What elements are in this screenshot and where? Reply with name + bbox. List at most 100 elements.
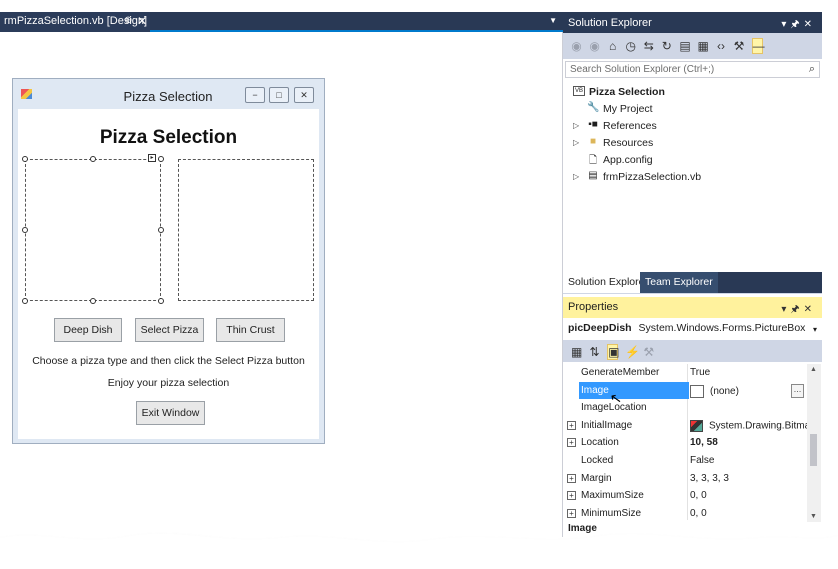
history-icon[interactable]: ◷ — [625, 39, 636, 53]
property-value[interactable]: 10, 58 — [690, 437, 718, 448]
thin-crust-picturebox[interactable] — [178, 159, 314, 301]
events-icon[interactable]: ⚡ — [625, 345, 640, 359]
tree-item-solution[interactable]: VB Pizza Selection — [563, 84, 822, 101]
close-icon[interactable]: ✕ — [294, 87, 314, 103]
view-code-icon[interactable]: ‹› — [716, 39, 727, 53]
tree-item-label: My Project — [603, 103, 653, 115]
resize-handle[interactable] — [158, 298, 164, 304]
minimize-icon[interactable]: − — [245, 87, 265, 103]
select-pizza-button[interactable]: Select Pizza — [135, 318, 204, 342]
categorized-icon[interactable]: ▦ — [571, 345, 582, 359]
property-row-margin[interactable]: + Margin 3, 3, 3, 3 — [563, 470, 807, 488]
home-icon[interactable]: ⌂ — [607, 39, 618, 53]
close-icon[interactable]: ✕ — [804, 19, 816, 30]
scroll-up-icon[interactable]: ▲ — [810, 366, 817, 373]
tree-item-resources[interactable]: ▷ ■ Resources — [563, 135, 822, 152]
property-value[interactable]: 0, 0 — [690, 490, 707, 501]
forward-icon[interactable]: ◉ — [589, 39, 600, 53]
resize-handle[interactable] — [90, 298, 96, 304]
exit-window-button[interactable]: Exit Window — [136, 401, 205, 425]
property-row-maximumsize[interactable]: + MaximumSize 0, 0 — [563, 487, 807, 505]
tab-team-explorer[interactable]: Team Explorer — [640, 272, 718, 293]
deep-dish-button[interactable]: Deep Dish — [54, 318, 122, 342]
back-icon[interactable]: ◉ — [571, 39, 582, 53]
property-value[interactable]: 3, 3, 3, 3 — [690, 473, 729, 484]
expand-arrow-icon[interactable]: ▷ — [573, 121, 579, 130]
properties-titlebar: Properties ▾🖈✕ — [563, 297, 822, 318]
tree-item-my-project[interactable]: 🔧 My Project — [563, 101, 822, 118]
pin-icon[interactable]: 🖈 — [790, 304, 803, 315]
pin-icon[interactable]: 🖈 — [790, 19, 803, 30]
property-value[interactable]: True — [690, 367, 710, 378]
close-icon[interactable]: ✕ — [804, 304, 816, 315]
collapse-all-icon[interactable]: ▤ — [679, 39, 690, 53]
view-designer-icon[interactable]: — — [751, 38, 765, 54]
smart-tag-icon[interactable]: ▸ — [148, 154, 156, 162]
properties-wrench-icon[interactable]: ⚒ — [734, 39, 745, 53]
image-browse-button[interactable]: … — [791, 384, 804, 398]
expand-arrow-icon[interactable]: ▷ — [573, 172, 579, 181]
deep-dish-picturebox[interactable]: ▸ — [22, 154, 164, 304]
resize-handle[interactable] — [22, 156, 28, 162]
dropdown-arrow-icon[interactable]: ▾ — [781, 304, 790, 315]
vb-project-icon: VB — [573, 86, 585, 96]
form-designer-surface: Pizza Selection − □ ✕ Pizza Selection ▸ … — [0, 32, 563, 537]
property-pages-icon[interactable]: ⚒ — [643, 345, 654, 359]
form-window[interactable]: Pizza Selection − □ ✕ Pizza Selection ▸ … — [12, 78, 325, 444]
scroll-thumb[interactable] — [810, 434, 817, 466]
tree-item-label: Pizza Selection — [589, 86, 665, 98]
tree-item-form-file[interactable]: ▷ ▤ frmPizzaSelection.vb — [563, 169, 822, 186]
property-value-image[interactable]: (none) — [690, 384, 739, 398]
expand-plus-icon[interactable]: + — [567, 420, 576, 430]
property-grid-scrollbar[interactable]: ▲ ▼ — [807, 364, 821, 522]
property-row-imagelocation[interactable]: ImageLocation — [563, 399, 807, 417]
solution-explorer-titlebar: Solution Explorer ▾🖈✕ — [563, 12, 822, 33]
search-placeholder: Search Solution Explorer (Ctrl+;) — [570, 64, 715, 75]
expand-plus-icon[interactable]: + — [567, 491, 576, 501]
scroll-down-icon[interactable]: ▼ — [810, 513, 817, 520]
property-row-initialimage[interactable]: + InitialImage System.Drawing.Bitmap — [563, 417, 816, 435]
property-value[interactable]: False — [690, 455, 714, 466]
property-row-location[interactable]: + Location 10, 58 — [563, 434, 807, 452]
tree-item-app-config[interactable]: 🗋 App.config — [563, 152, 822, 169]
sync-icon[interactable]: ⇆ — [643, 39, 654, 53]
expand-arrow-icon[interactable]: ▷ — [573, 138, 579, 147]
image-swatch-icon — [690, 384, 704, 398]
property-value-initialimage[interactable]: System.Drawing.Bitmap — [690, 419, 816, 432]
pin-icon[interactable]: ⊕ — [124, 15, 132, 26]
alphabetical-icon[interactable]: ⇅ — [589, 345, 600, 359]
resize-handle[interactable] — [22, 298, 28, 304]
resize-handle[interactable] — [22, 227, 28, 233]
dropdown-arrow-icon[interactable]: ▼ — [549, 16, 557, 25]
property-name: InitialImage — [581, 419, 633, 431]
show-all-files-icon[interactable]: ▦ — [697, 39, 708, 53]
property-row-locked[interactable]: Locked False — [563, 452, 807, 470]
property-value[interactable]: 0, 0 — [690, 508, 707, 519]
refresh-icon[interactable]: ↻ — [661, 39, 672, 53]
properties-title: Properties — [568, 301, 619, 313]
search-input[interactable]: Search Solution Explorer (Ctrl+;) ⌕ — [565, 61, 820, 78]
expand-plus-icon[interactable]: + — [567, 473, 576, 483]
properties-icon[interactable]: ▣ — [607, 344, 619, 360]
form-client-area: Pizza Selection ▸ Deep Dish Select Pizza… — [18, 109, 319, 439]
resize-handle[interactable] — [158, 227, 164, 233]
resize-handle[interactable] — [158, 156, 164, 162]
maximize-icon[interactable]: □ — [269, 87, 289, 103]
document-tab-bar: rmPizzaSelection.vb [Design] ⊕ ✕ ▼ — [0, 12, 563, 32]
resize-handle[interactable] — [90, 156, 96, 162]
object-selector-dropdown-icon[interactable]: ▾ — [813, 325, 817, 334]
property-row-image[interactable]: Image (none) — [563, 381, 807, 400]
document-tab[interactable]: rmPizzaSelection.vb [Design] ⊕ ✕ — [0, 12, 150, 32]
tree-item-references[interactable]: ▷ ▪■ References — [563, 118, 822, 135]
property-row-generatemember[interactable]: GenerateMember True — [563, 364, 807, 382]
property-value: System.Drawing.Bitmap — [709, 420, 816, 432]
object-selector[interactable]: picDeepDish System.Windows.Forms.Picture… — [568, 322, 805, 334]
tree-item-label: Resources — [603, 137, 654, 149]
search-icon[interactable]: ⌕ — [809, 63, 815, 76]
dropdown-arrow-icon[interactable]: ▾ — [781, 19, 790, 30]
expand-plus-icon[interactable]: + — [567, 438, 576, 448]
close-icon[interactable]: ✕ — [137, 14, 147, 28]
thin-crust-button[interactable]: Thin Crust — [216, 318, 285, 342]
property-row-minimumsize[interactable]: + MinimumSize 0, 0 — [563, 505, 807, 523]
expand-plus-icon[interactable]: + — [567, 508, 576, 518]
